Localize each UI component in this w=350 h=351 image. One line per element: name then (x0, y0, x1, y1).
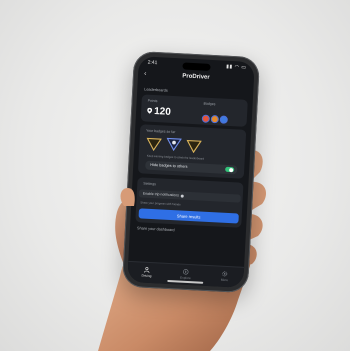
shield-badge-icon[interactable] (146, 137, 162, 152)
points-value: 120 (153, 105, 172, 118)
section-label-3: Settings (143, 181, 157, 187)
app-title: ProDriver (182, 73, 210, 81)
shield-badge-active-icon[interactable] (166, 137, 182, 152)
points-value-row: 120 (147, 106, 171, 118)
points-label: Points (147, 98, 158, 104)
badges-card: Your badges so far Keep earning badges t… (137, 124, 247, 179)
badges-label: Badges (203, 101, 216, 107)
trip-notifications-row-content: Enable trip notifications (142, 191, 185, 198)
section-label-1: Leaderboards (144, 87, 168, 93)
stats-card: Points 120 Badges (140, 94, 248, 129)
trip-notifications-label: Enable trip notifications (142, 191, 180, 198)
badge-red-icon (201, 114, 211, 123)
badges-note: Keep earning badges to climb the leaderb… (146, 153, 205, 161)
section-label-2: Your badges so far (146, 128, 176, 135)
badge-blue-icon (219, 115, 228, 124)
tab-more[interactable]: More (211, 270, 238, 282)
person-icon (143, 267, 150, 273)
smartphone: 2:41 ▮▮ ◠ ▭ ‹ ProDriver Leaderboards Poi… (121, 50, 261, 294)
hide-badges-row[interactable]: Hide badges to others (145, 160, 238, 175)
badge-orange-icon (210, 114, 220, 124)
bottom-tab-bar: Driving Explore More (127, 260, 245, 288)
shield-badge-icon[interactable] (186, 139, 202, 154)
signal-wifi-battery-icon: ▮▮ ◠ ▭ (226, 63, 247, 71)
app-header: ‹ ProDriver (138, 70, 254, 88)
section-label-4: Share your dashboard (136, 226, 175, 233)
compass-icon (183, 269, 189, 275)
location-pin-icon (147, 108, 153, 115)
toggle-knob (229, 167, 234, 172)
phone-screen: 2:41 ▮▮ ◠ ▭ ‹ ProDriver Leaderboards Poi… (127, 56, 255, 288)
photo-scene: 2:41 ▮▮ ◠ ▭ ‹ ProDriver Leaderboards Poi… (0, 0, 350, 351)
tab-more-label: More (220, 277, 229, 283)
gear-icon (222, 271, 228, 277)
tab-driving[interactable]: Driving (133, 266, 160, 278)
status-time: 2:41 (147, 59, 158, 67)
tab-driving-label: Driving (141, 273, 152, 279)
hide-badges-toggle[interactable] (225, 166, 235, 173)
info-icon (180, 194, 185, 198)
badge-icons (201, 110, 229, 129)
tab-explore[interactable]: Explore (172, 268, 199, 280)
hide-badges-label: Hide badges to others (150, 162, 188, 169)
